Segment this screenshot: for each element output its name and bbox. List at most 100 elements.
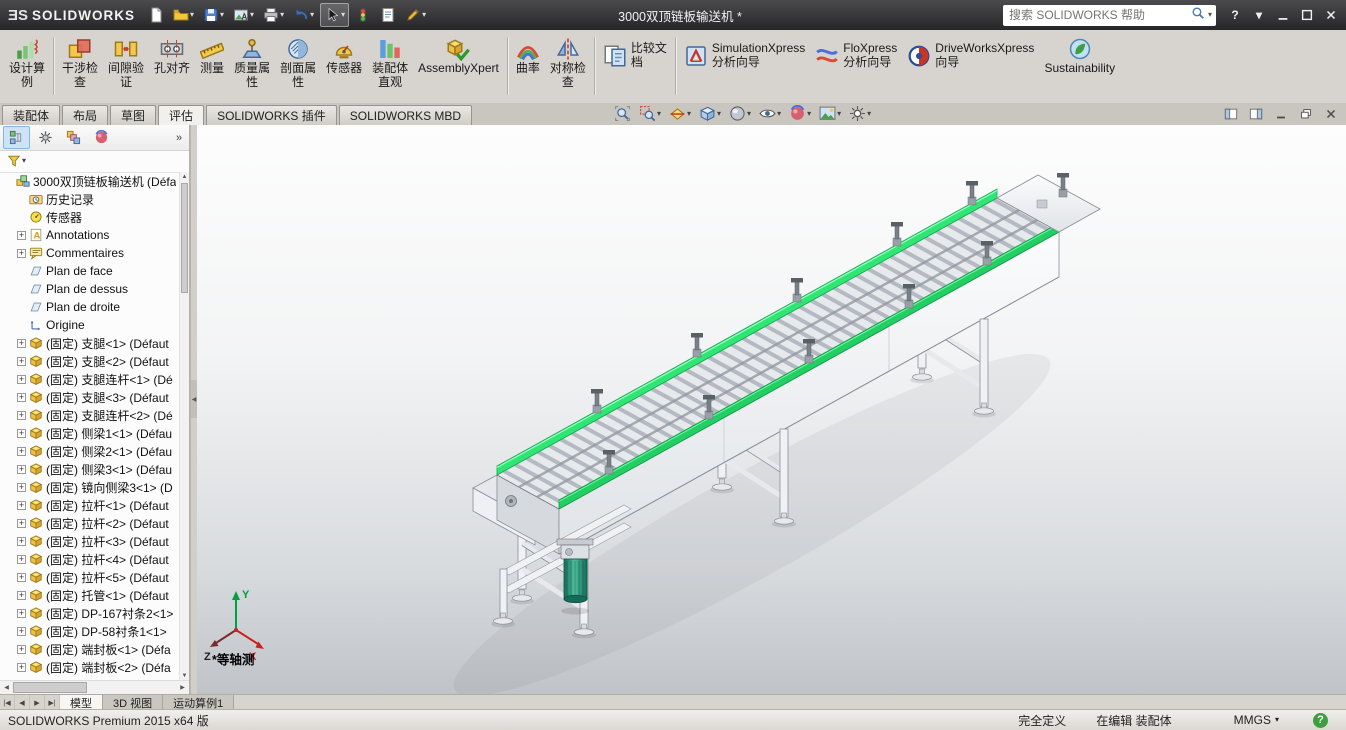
tree-expand-icon[interactable]: + [17,518,26,528]
scroll-last-button[interactable]: ▶| [45,695,60,710]
edit-appearance-button[interactable]: ▾ [787,104,813,123]
tree-horizontal-scrollbar[interactable]: ◀ ▶ [0,680,189,694]
search-box[interactable]: ▾ [1003,4,1216,26]
tab-3d-views[interactable]: 3D 视图 [103,695,164,710]
tree-expand-icon[interactable]: + [17,644,26,654]
tree-expand-icon[interactable]: + [17,428,26,438]
tree-expand-icon[interactable]: + [17,410,26,420]
tree-expand-icon[interactable]: + [17,338,26,348]
hide-show-items-button[interactable]: ▾ [757,104,783,123]
doc-restore-button[interactable] [1297,106,1315,122]
tree-item[interactable]: + (固定) 端封板<1> (Défa [0,640,180,658]
ribbon-mass-properties-button[interactable]: 质量属性 [229,32,275,90]
pane-left-toggle[interactable] [1222,106,1240,122]
ribbon-floxpress-wizard-button[interactable]: FloXpress 分析向导 [810,32,902,70]
rebuild-button[interactable] [352,4,374,26]
display-style-button[interactable]: ▾ [727,104,753,123]
tree-tabs-overflow[interactable]: » [172,127,186,148]
scroll-up-icon[interactable]: ▲ [180,172,189,182]
tree-expand-icon[interactable]: + [17,662,26,672]
ribbon-hole-alignment-button[interactable]: 孔对齐 [149,32,195,77]
ribbon-assemblyxpert-button[interactable]: AssemblyXpert [413,32,504,77]
tab-layout[interactable]: 布局 [62,105,109,125]
tree-expand-icon[interactable]: + [17,536,26,546]
help-button[interactable]: ? [1224,5,1246,25]
close-button[interactable] [1320,5,1342,25]
scroll-left-icon[interactable]: ◀ [0,684,13,691]
tree-expand-icon[interactable]: + [17,608,26,618]
zoom-area-button[interactable]: ▾ [637,104,663,123]
ribbon-symmetry-check-button[interactable]: 对称检查 [545,32,591,90]
ribbon-interference-check-button[interactable]: 干涉检查 [57,32,103,90]
tree-item[interactable]: + (固定) 拉杆<5> (Défaut [0,568,180,586]
appearance-capture-button[interactable]: A ▾ [230,4,257,26]
tree-item[interactable]: + (固定) 侧梁1<1> (Défau [0,424,180,442]
model-3d-conveyor[interactable] [197,125,1346,694]
tree-item[interactable]: Plan de droite [0,298,180,316]
tree-item[interactable]: 传感器 [0,208,180,226]
tree-item[interactable]: + A Annotations [0,226,180,244]
units-dropdown[interactable]: MMGS ▾ [1234,713,1279,727]
print-button[interactable]: ▾ [260,4,287,26]
ribbon-compare-documents-button[interactable]: 比较文档 [598,32,672,70]
tree-item[interactable]: + (固定) 侧梁3<1> (Défau [0,460,180,478]
tree-item[interactable]: + (固定) 拉杆<2> (Défaut [0,514,180,532]
tree-item[interactable]: + (固定) 支腿连杆<2> (Dé [0,406,180,424]
ribbon-measure-button[interactable]: 测量 [195,32,229,77]
search-dropdown-icon[interactable]: ▾ [1208,11,1212,19]
tree-item[interactable]: + (固定) DP-58衬条1<1> [0,622,180,640]
tree-vertical-scrollbar[interactable]: ▲ ▼ [179,172,189,681]
tab-motion-study[interactable]: 运动算例1 [163,695,235,710]
tree-item[interactable]: + (固定) 镜向侧梁3<1> (D [0,478,180,496]
ribbon-assembly-visualization-button[interactable]: 装配体 直观 [367,32,413,90]
scrollbar-thumb[interactable] [181,183,188,293]
scroll-left-button[interactable]: ◀ [15,695,30,710]
tree-expand-icon[interactable]: + [17,554,26,564]
ribbon-clearance-verify-button[interactable]: 间隙验证 [103,32,149,90]
apply-scene-button[interactable]: ▾ [817,104,843,123]
tree-item[interactable]: + (固定) 拉杆<4> (Défaut [0,550,180,568]
help-dropdown[interactable]: ▾ [1248,5,1270,25]
tree-item[interactable]: + (固定) 侧梁2<1> (Défau [0,442,180,460]
tree-expand-icon[interactable]: + [17,482,26,492]
propertymanager-tab[interactable] [33,127,58,148]
filter-button[interactable]: ▾ [5,153,28,169]
scrollbar-thumb[interactable] [13,682,87,693]
tree-item[interactable]: + (固定) 拉杆<1> (Défaut [0,496,180,514]
tab-evaluate[interactable]: 评估 [158,105,205,125]
featuremanager-tab[interactable] [3,126,30,149]
view-settings-button[interactable]: ▾ [847,104,873,123]
tree-expand-icon[interactable]: + [17,572,26,582]
tree-expand-icon[interactable]: + [17,230,26,240]
tree-item[interactable]: + (固定) DP-167衬条2<1> [0,604,180,622]
ribbon-sensor-button[interactable]: 传感器 [321,32,367,77]
ribbon-simulationxpress-wizard-button[interactable]: SimulationXpress 分析向导 [679,32,810,70]
tree-expand-icon[interactable]: + [17,248,26,258]
ribbon-curvature-button[interactable]: 曲率 [511,32,545,77]
new-document-button[interactable] [145,4,167,26]
minimize-button[interactable] [1272,5,1294,25]
displaymanager-tab[interactable] [89,127,114,148]
options-edit-button[interactable]: ▾ [402,4,429,26]
open-button[interactable]: ▾ [170,4,197,26]
tree-expand-icon[interactable]: + [17,626,26,636]
tab-solidworks-addins[interactable]: SOLIDWORKS 插件 [206,105,337,125]
tree-expand-icon[interactable]: + [17,590,26,600]
undo-button[interactable]: ▾ [290,4,317,26]
tree-expand-icon[interactable]: + [17,356,26,366]
scroll-right-icon[interactable]: ▶ [176,684,189,691]
tree-root-item[interactable]: 3000双顶链板输送机 (Défa [0,172,180,190]
tree-item[interactable]: + Commentaires [0,244,180,262]
tree-expand-icon[interactable]: + [17,392,26,402]
save-button[interactable]: ▾ [200,4,227,26]
tree-item[interactable]: + (固定) 支腿<1> (Défaut [0,334,180,352]
tree-item[interactable]: Plan de face [0,262,180,280]
tab-assembly[interactable]: 装配体 [2,105,61,125]
search-input[interactable] [1007,7,1189,23]
doc-close-button[interactable] [1322,106,1340,122]
scroll-right-button[interactable]: ▶ [30,695,45,710]
select-button[interactable]: ▾ [320,3,350,27]
tree-expand-icon[interactable]: + [17,446,26,456]
ribbon-design-study-button[interactable]: 设计算例 [4,32,50,90]
ribbon-driveworksxpress-wizard-button[interactable]: DriveWorksXpress 向导 [902,32,1039,70]
